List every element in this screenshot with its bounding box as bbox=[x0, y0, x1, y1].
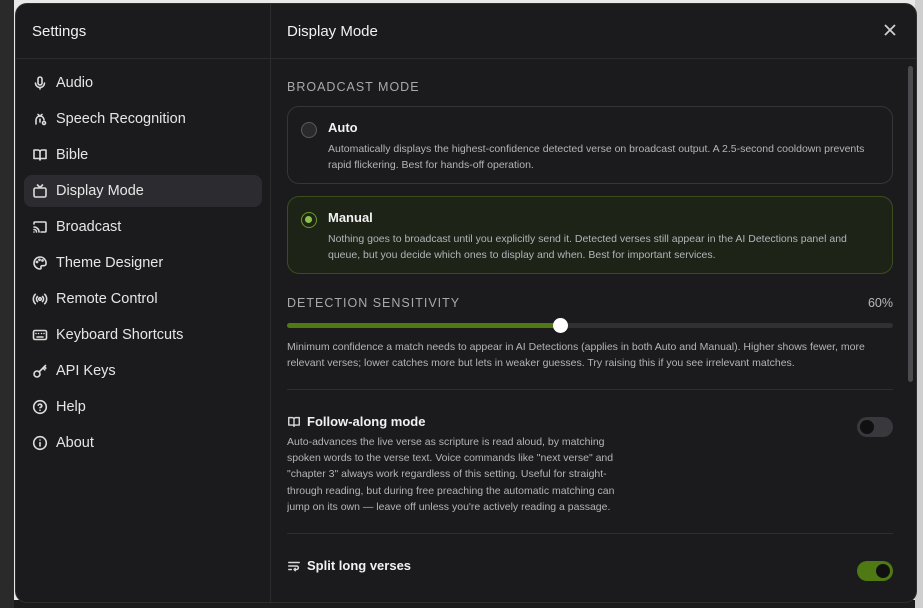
split-long-title-row: Split long verses bbox=[287, 558, 893, 573]
page-title: Display Mode bbox=[271, 4, 916, 59]
palette-icon bbox=[32, 255, 48, 271]
sidebar-item-label: Broadcast bbox=[56, 219, 122, 235]
settings-main-panel: Display Mode BROADCAST MODE Auto Automat… bbox=[271, 4, 916, 602]
sensitivity-slider[interactable] bbox=[287, 318, 893, 333]
sidebar-item-display-mode[interactable]: Display Mode bbox=[24, 175, 262, 207]
split-long-title: Split long verses bbox=[307, 558, 412, 574]
radio-manual[interactable] bbox=[301, 212, 317, 228]
sidebar-item-label: Remote Control bbox=[56, 291, 158, 307]
sidebar-item-remote-control[interactable]: Remote Control bbox=[24, 283, 262, 315]
sidebar-item-keyboard-shortcuts[interactable]: Keyboard Shortcuts bbox=[24, 319, 262, 351]
slider-thumb[interactable] bbox=[552, 318, 568, 333]
sidebar-item-label: Display Mode bbox=[56, 183, 144, 199]
sidebar-item-about[interactable]: About bbox=[24, 427, 262, 459]
mode-option-auto[interactable]: Auto Automatically displays the highest-… bbox=[287, 106, 893, 184]
sidebar-item-bible[interactable]: Bible bbox=[24, 139, 262, 171]
book-open-icon bbox=[32, 147, 48, 163]
mode-option-title: Auto bbox=[328, 120, 358, 135]
sidebar-title: Settings bbox=[16, 4, 270, 59]
sidebar-item-label: About bbox=[56, 435, 94, 451]
cast-icon bbox=[32, 219, 48, 235]
sensitivity-value: 60% bbox=[867, 296, 893, 310]
sidebar-item-label: Speech Recognition bbox=[56, 111, 186, 127]
book-open-icon bbox=[288, 416, 300, 427]
help-circle-icon bbox=[32, 399, 48, 415]
divider bbox=[287, 389, 893, 390]
radio-auto[interactable] bbox=[301, 122, 317, 138]
sidebar-item-label: Bible bbox=[56, 147, 89, 163]
settings-sidebar: Settings Audio Speech Recognition Bible … bbox=[16, 4, 271, 602]
sensitivity-label: DETECTION SENSITIVITY bbox=[287, 296, 461, 310]
sidebar-item-speech-recognition[interactable]: Speech Recognition bbox=[24, 103, 262, 135]
display-mode-content[interactable]: BROADCAST MODE Auto Automatically displa… bbox=[287, 60, 893, 602]
divider bbox=[287, 533, 893, 535]
follow-along-title: Follow-along mode bbox=[307, 414, 426, 429]
split-long-verses-toggle[interactable] bbox=[857, 561, 893, 582]
sensitivity-help-text: Minimum confidence a match needs to appe… bbox=[287, 341, 865, 369]
follow-along-title-row: Follow-along mode bbox=[287, 414, 893, 429]
toggle-knob bbox=[860, 420, 874, 434]
follow-along-toggle[interactable] bbox=[857, 417, 893, 437]
toggle-knob bbox=[876, 564, 890, 579]
sidebar-item-audio[interactable]: Audio bbox=[24, 67, 262, 99]
sensitivity-header: DETECTION SENSITIVITY 60% bbox=[287, 296, 893, 310]
sidebar-item-help[interactable]: Help bbox=[24, 391, 262, 423]
mode-option-manual[interactable]: Manual Nothing goes to broadcast until y… bbox=[287, 196, 893, 274]
broadcast-mode-label: BROADCAST MODE bbox=[287, 80, 420, 94]
close-icon bbox=[884, 24, 896, 36]
sidebar-item-label: API Keys bbox=[56, 363, 116, 379]
keyboard-icon bbox=[32, 327, 48, 343]
sidebar-item-label: Keyboard Shortcuts bbox=[56, 327, 184, 343]
text-wrap-icon bbox=[288, 561, 300, 572]
sidebar-item-theme-designer[interactable]: Theme Designer bbox=[24, 247, 262, 279]
mode-option-title: Manual bbox=[328, 210, 373, 225]
radio-signal-icon bbox=[32, 291, 48, 307]
sidebar-item-label: Theme Designer bbox=[56, 255, 164, 271]
sidebar-nav: Audio Speech Recognition Bible Display M… bbox=[16, 59, 270, 459]
tv-icon bbox=[32, 183, 48, 199]
mode-option-description: Nothing goes to broadcast until you expl… bbox=[328, 233, 847, 261]
microphone-icon bbox=[32, 75, 48, 91]
info-icon bbox=[32, 435, 48, 451]
split-long-verses-setting: Split long verses bbox=[287, 558, 893, 582]
speech-recognition-icon bbox=[32, 111, 48, 127]
key-icon bbox=[32, 363, 48, 379]
scrollbar-thumb[interactable] bbox=[908, 66, 913, 382]
mode-option-description: Automatically displays the highest-confi… bbox=[328, 143, 865, 171]
settings-dialog: Settings Audio Speech Recognition Bible … bbox=[15, 3, 917, 603]
sidebar-item-broadcast[interactable]: Broadcast bbox=[24, 211, 262, 243]
follow-along-description: Auto-advances the live verse as scriptur… bbox=[287, 436, 615, 513]
follow-along-setting: Follow-along mode Auto-advances the live… bbox=[287, 414, 893, 515]
close-button[interactable] bbox=[880, 20, 900, 40]
slider-fill bbox=[287, 323, 560, 328]
sidebar-item-api-keys[interactable]: API Keys bbox=[24, 355, 262, 387]
sidebar-item-label: Help bbox=[56, 399, 86, 415]
sidebar-item-label: Audio bbox=[56, 75, 94, 91]
